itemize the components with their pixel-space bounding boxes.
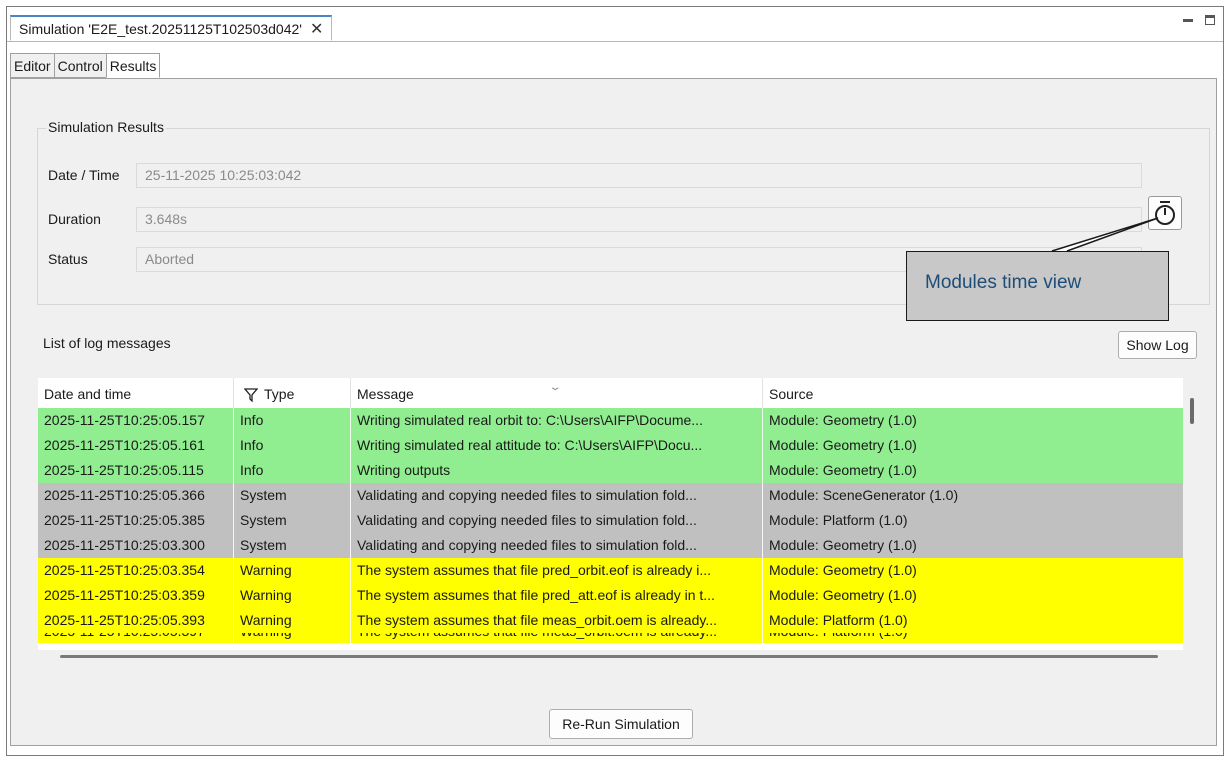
cell-message: Writing simulated real orbit to: C:\User…	[351, 408, 763, 433]
cell-type: Info	[234, 408, 351, 433]
inner-tab-bar: Editor Control Results	[10, 53, 161, 78]
editor-tab-title: Simulation 'E2E_test.20251125T102503d042…	[19, 20, 302, 37]
horizontal-scrollbar[interactable]	[60, 655, 1158, 658]
sort-chevron-icon: ⌄	[548, 382, 562, 393]
editor-tab-bar: Simulation 'E2E_test.20251125T102503d042…	[7, 7, 1223, 42]
cell-source: Module: Geometry (1.0)	[769, 462, 917, 478]
table-row[interactable]: 2025-11-25T10:25:05.366 System Validating …	[38, 483, 1183, 508]
cell-source: Module: Platform (1.0)	[763, 633, 1183, 643]
date-time-field: 25-11-2025 10:25:03:042	[136, 163, 1142, 188]
cell-source: Module: Geometry (1.0)	[769, 437, 917, 453]
cell-type: Warning	[234, 608, 351, 633]
cell-date: 2025-11-25T10:25:05.393	[38, 608, 234, 633]
window-controls	[1183, 15, 1215, 25]
editor-tab-simulation[interactable]: Simulation 'E2E_test.20251125T102503d042…	[10, 15, 333, 41]
cell-type: Warning	[234, 633, 351, 643]
cell-date: 2025-11-25T10:25:05.385	[38, 508, 234, 533]
log-table-header: Date and time Type Message ⌄ Source	[38, 378, 1183, 409]
cell-message: The system assumes that file pred_att.eo…	[351, 583, 763, 608]
column-header-source[interactable]: Source	[763, 378, 1183, 408]
table-row[interactable]: 2025-11-25T10:25:03.300 System Validating …	[38, 533, 1183, 558]
cell-date: 2025-11-25T10:25:03.300	[38, 533, 234, 558]
tab-results[interactable]: Results	[105, 53, 161, 78]
cell-date: 2025-11-25T10:25:05.366	[38, 483, 234, 508]
duration-field: 3.648s	[136, 207, 1142, 232]
cell-date: 2025-11-25T10:25:05.115	[38, 458, 234, 483]
filter-icon[interactable]	[244, 388, 258, 403]
rerun-simulation-button[interactable]: Re-Run Simulation	[549, 709, 693, 739]
duration-label: Duration	[48, 211, 101, 227]
cell-message: The system assumes that file pred_orbit.…	[351, 558, 763, 583]
column-header-type[interactable]: Type	[234, 378, 351, 408]
cell-type: System	[234, 533, 351, 558]
table-row[interactable]: 2025-11-25T10:25:05.157 Info Writing simul…	[38, 408, 1183, 433]
cell-message: Validating and copying needed files to s…	[351, 533, 763, 558]
cell-date: 2025-11-25T10:25:03.359	[38, 583, 234, 608]
cell-source: Module: Geometry (1.0)	[769, 587, 917, 603]
log-list-title: List of log messages	[43, 335, 171, 351]
column-header-message[interactable]: Message ⌄	[351, 378, 763, 408]
table-row[interactable]: 2025-11-25T10:25:03.354 Warning The system…	[38, 558, 1183, 583]
cell-type: Warning	[234, 583, 351, 608]
table-row[interactable]: 2025-11-25T10:25:05.385 System Validating …	[38, 508, 1183, 533]
modules-time-view-callout: Modules time view	[906, 251, 1169, 321]
table-row[interactable]: 2025-11-25T10:25:03.359 Warning The system…	[38, 583, 1183, 608]
tab-editor[interactable]: Editor	[10, 53, 54, 78]
table-row[interactable]: 2025-11-25T10:25:05.397WarningThe system…	[38, 633, 1183, 643]
cell-source: Module: Geometry (1.0)	[769, 537, 917, 553]
show-log-button[interactable]: Show Log	[1118, 331, 1197, 359]
cell-message: The system assumes that file meas_orbit.…	[351, 633, 763, 643]
cell-source: Module: SceneGenerator (1.0)	[769, 487, 959, 503]
group-title: Simulation Results	[46, 119, 166, 135]
vertical-scrollbar[interactable]	[1190, 398, 1194, 424]
maximize-icon[interactable]	[1205, 15, 1215, 25]
cell-type: Warning	[234, 558, 351, 583]
close-icon[interactable]: ✕	[310, 19, 323, 39]
cell-message: Writing outputs	[351, 458, 763, 483]
stopwatch-icon	[1155, 201, 1175, 225]
cell-date: 2025-11-25T10:25:05.161	[38, 433, 234, 458]
status-label: Status	[48, 251, 88, 267]
cell-type: Info	[234, 458, 351, 483]
modules-time-view-button[interactable]	[1148, 196, 1182, 230]
cell-type: Info	[234, 433, 351, 458]
cell-message: Validating and copying needed files to s…	[351, 508, 763, 533]
cell-message: Validating and copying needed files to s…	[351, 483, 763, 508]
date-time-label: Date / Time	[48, 167, 120, 183]
table-row[interactable]: 2025-11-25T10:25:05.161 Info Writing simul…	[38, 433, 1183, 458]
cell-date: 2025-11-25T10:25:03.354	[38, 558, 234, 583]
log-table: Date and time Type Message ⌄ Source 2025…	[38, 378, 1183, 650]
cell-date: 2025-11-25T10:25:05.157	[38, 408, 234, 433]
cell-date: 2025-11-25T10:25:05.397	[38, 633, 234, 643]
table-row[interactable]: 2025-11-25T10:25:05.393 Warning The system…	[38, 608, 1183, 633]
cell-source: Module: Geometry (1.0)	[769, 562, 917, 578]
tab-control[interactable]: Control	[53, 53, 106, 78]
cell-type: System	[234, 483, 351, 508]
table-row[interactable]: 2025-11-25T10:25:05.115 Info Writing outpu…	[38, 458, 1183, 483]
minimize-icon[interactable]	[1183, 18, 1193, 22]
cell-source: Module: Platform (1.0)	[769, 612, 908, 628]
cell-source: Module: Platform (1.0)	[769, 512, 908, 528]
cell-message: Writing simulated real attitude to: C:\U…	[351, 433, 763, 458]
cell-type: System	[234, 508, 351, 533]
log-table-body: 2025-11-25T10:25:05.157 Info Writing simul…	[38, 408, 1183, 643]
column-header-date[interactable]: Date and time	[38, 378, 234, 408]
cell-message: The system assumes that file meas_orbit.…	[351, 608, 763, 633]
cell-source: Module: Geometry (1.0)	[769, 412, 917, 428]
